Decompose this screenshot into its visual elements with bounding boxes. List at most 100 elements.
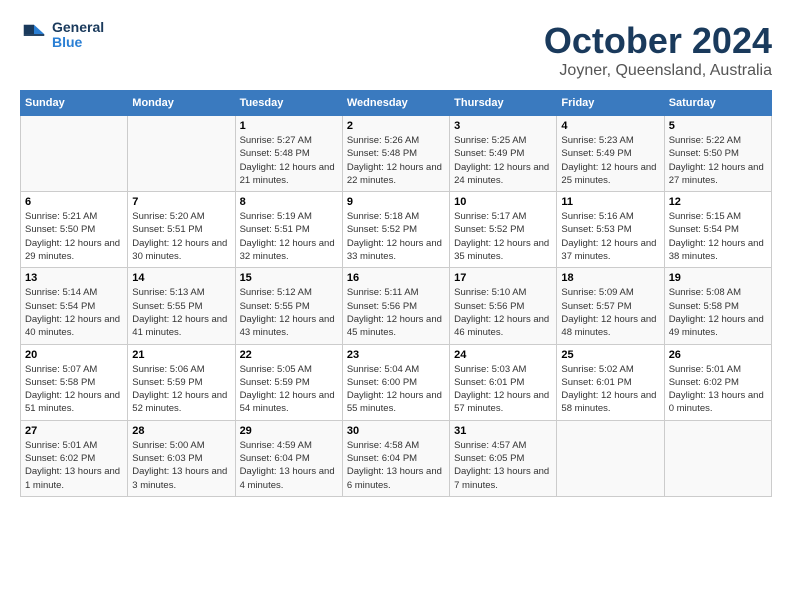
day-number: 27: [25, 425, 123, 437]
month-title: October 2024: [544, 20, 772, 62]
calendar-cell: [128, 116, 235, 192]
day-info: Sunrise: 5:15 AMSunset: 5:54 PMDaylight:…: [669, 210, 767, 263]
day-number: 3: [454, 120, 552, 132]
day-number: 26: [669, 349, 767, 361]
calendar-cell: 20 Sunrise: 5:07 AMSunset: 5:58 PMDayligh…: [21, 344, 128, 420]
day-info: Sunrise: 5:05 AMSunset: 5:59 PMDaylight:…: [240, 363, 338, 416]
day-number: 17: [454, 272, 552, 284]
calendar-week-row: 20 Sunrise: 5:07 AMSunset: 5:58 PMDayligh…: [21, 344, 772, 420]
calendar-cell: 22 Sunrise: 5:05 AMSunset: 5:59 PMDayligh…: [235, 344, 342, 420]
page-header: General Blue October 2024 Joyner, Queens…: [20, 20, 772, 80]
weekday-header: Wednesday: [342, 91, 449, 116]
day-info: Sunrise: 5:26 AMSunset: 5:48 PMDaylight:…: [347, 134, 445, 187]
day-info: Sunrise: 5:25 AMSunset: 5:49 PMDaylight:…: [454, 134, 552, 187]
day-info: Sunrise: 5:27 AMSunset: 5:48 PMDaylight:…: [240, 134, 338, 187]
calendar-week-row: 13 Sunrise: 5:14 AMSunset: 5:54 PMDayligh…: [21, 268, 772, 344]
day-number: 8: [240, 196, 338, 208]
calendar-cell: 15Sunrise: 5:12 AMSunset: 5:55 PMDayligh…: [235, 268, 342, 344]
day-number: 29: [240, 425, 338, 437]
calendar-cell: 28 Sunrise: 5:00 AMSunset: 6:03 PMDayligh…: [128, 420, 235, 496]
calendar-cell: 9Sunrise: 5:18 AMSunset: 5:52 PMDaylight…: [342, 192, 449, 268]
calendar-cell: 26 Sunrise: 5:01 AMSunset: 6:02 PMDayligh…: [664, 344, 771, 420]
calendar-cell: 10 Sunrise: 5:17 AMSunset: 5:52 PMDayligh…: [450, 192, 557, 268]
calendar-cell: 6Sunrise: 5:21 AMSunset: 5:50 PMDaylight…: [21, 192, 128, 268]
day-number: 19: [669, 272, 767, 284]
day-number: 23: [347, 349, 445, 361]
day-number: 7: [132, 196, 230, 208]
day-info: Sunrise: 5:10 AMSunset: 5:56 PMDaylight:…: [454, 286, 552, 339]
day-number: 9: [347, 196, 445, 208]
calendar-cell: 31 Sunrise: 4:57 AMSunset: 6:05 PMDayligh…: [450, 420, 557, 496]
calendar-cell: [21, 116, 128, 192]
day-info: Sunrise: 5:21 AMSunset: 5:50 PMDaylight:…: [25, 210, 123, 263]
day-number: 31: [454, 425, 552, 437]
day-number: 22: [240, 349, 338, 361]
calendar-cell: 30 Sunrise: 4:58 AMSunset: 6:04 PMDayligh…: [342, 420, 449, 496]
day-info: Sunrise: 5:00 AMSunset: 6:03 PMDaylight:…: [132, 439, 230, 492]
weekday-header: Thursday: [450, 91, 557, 116]
calendar-cell: [557, 420, 664, 496]
weekday-header: Sunday: [21, 91, 128, 116]
calendar-cell: 5 Sunrise: 5:22 AMSunset: 5:50 PMDaylight…: [664, 116, 771, 192]
day-number: 24: [454, 349, 552, 361]
calendar-cell: [664, 420, 771, 496]
day-number: 5: [669, 120, 767, 132]
day-info: Sunrise: 5:20 AMSunset: 5:51 PMDaylight:…: [132, 210, 230, 263]
day-number: 25: [561, 349, 659, 361]
day-info: Sunrise: 5:22 AMSunset: 5:50 PMDaylight:…: [669, 134, 767, 187]
calendar-header-row: SundayMondayTuesdayWednesdayThursdayFrid…: [21, 91, 772, 116]
calendar-cell: 11 Sunrise: 5:16 AMSunset: 5:53 PMDayligh…: [557, 192, 664, 268]
day-info: Sunrise: 5:01 AMSunset: 6:02 PMDaylight:…: [669, 363, 767, 416]
calendar-cell: 4 Sunrise: 5:23 AMSunset: 5:49 PMDaylight…: [557, 116, 664, 192]
day-number: 12: [669, 196, 767, 208]
calendar-cell: 25 Sunrise: 5:02 AMSunset: 6:01 PMDayligh…: [557, 344, 664, 420]
day-number: 21: [132, 349, 230, 361]
calendar-week-row: 6Sunrise: 5:21 AMSunset: 5:50 PMDaylight…: [21, 192, 772, 268]
day-number: 4: [561, 120, 659, 132]
day-info: Sunrise: 5:08 AMSunset: 5:58 PMDaylight:…: [669, 286, 767, 339]
title-area: October 2024 Joyner, Queensland, Austral…: [544, 20, 772, 80]
day-info: Sunrise: 5:14 AMSunset: 5:54 PMDaylight:…: [25, 286, 123, 339]
calendar-table: SundayMondayTuesdayWednesdayThursdayFrid…: [20, 90, 772, 497]
calendar-cell: 18Sunrise: 5:09 AMSunset: 5:57 PMDayligh…: [557, 268, 664, 344]
day-number: 10: [454, 196, 552, 208]
day-info: Sunrise: 4:59 AMSunset: 6:04 PMDaylight:…: [240, 439, 338, 492]
day-info: Sunrise: 5:23 AMSunset: 5:49 PMDaylight:…: [561, 134, 659, 187]
day-info: Sunrise: 4:57 AMSunset: 6:05 PMDaylight:…: [454, 439, 552, 492]
weekday-header: Tuesday: [235, 91, 342, 116]
day-number: 16: [347, 272, 445, 284]
calendar-cell: 12 Sunrise: 5:15 AMSunset: 5:54 PMDayligh…: [664, 192, 771, 268]
calendar-cell: 2 Sunrise: 5:26 AMSunset: 5:48 PMDaylight…: [342, 116, 449, 192]
day-info: Sunrise: 5:17 AMSunset: 5:52 PMDaylight:…: [454, 210, 552, 263]
day-number: 28: [132, 425, 230, 437]
calendar-week-row: 27 Sunrise: 5:01 AMSunset: 6:02 PMDayligh…: [21, 420, 772, 496]
weekday-header: Saturday: [664, 91, 771, 116]
day-info: Sunrise: 5:02 AMSunset: 6:01 PMDaylight:…: [561, 363, 659, 416]
day-info: Sunrise: 5:07 AMSunset: 5:58 PMDaylight:…: [25, 363, 123, 416]
logo-icon: [20, 21, 48, 49]
day-number: 20: [25, 349, 123, 361]
day-info: Sunrise: 5:12 AMSunset: 5:55 PMDaylight:…: [240, 286, 338, 339]
day-number: 11: [561, 196, 659, 208]
day-number: 30: [347, 425, 445, 437]
day-number: 13: [25, 272, 123, 284]
calendar-cell: 27 Sunrise: 5:01 AMSunset: 6:02 PMDayligh…: [21, 420, 128, 496]
day-info: Sunrise: 4:58 AMSunset: 6:04 PMDaylight:…: [347, 439, 445, 492]
day-info: Sunrise: 5:13 AMSunset: 5:55 PMDaylight:…: [132, 286, 230, 339]
calendar-cell: 13 Sunrise: 5:14 AMSunset: 5:54 PMDayligh…: [21, 268, 128, 344]
day-number: 18: [561, 272, 659, 284]
calendar-cell: 8Sunrise: 5:19 AMSunset: 5:51 PMDaylight…: [235, 192, 342, 268]
day-info: Sunrise: 5:01 AMSunset: 6:02 PMDaylight:…: [25, 439, 123, 492]
logo-text: General Blue: [52, 20, 104, 51]
day-info: Sunrise: 5:03 AMSunset: 6:01 PMDaylight:…: [454, 363, 552, 416]
calendar-cell: 21Sunrise: 5:06 AMSunset: 5:59 PMDayligh…: [128, 344, 235, 420]
location-title: Joyner, Queensland, Australia: [544, 62, 772, 80]
day-info: Sunrise: 5:16 AMSunset: 5:53 PMDaylight:…: [561, 210, 659, 263]
calendar-cell: 19 Sunrise: 5:08 AMSunset: 5:58 PMDayligh…: [664, 268, 771, 344]
calendar-cell: 24 Sunrise: 5:03 AMSunset: 6:01 PMDayligh…: [450, 344, 557, 420]
calendar-cell: 23Sunrise: 5:04 AMSunset: 6:00 PMDayligh…: [342, 344, 449, 420]
day-info: Sunrise: 5:11 AMSunset: 5:56 PMDaylight:…: [347, 286, 445, 339]
calendar-cell: 29 Sunrise: 4:59 AMSunset: 6:04 PMDayligh…: [235, 420, 342, 496]
day-number: 2: [347, 120, 445, 132]
calendar-cell: 17 Sunrise: 5:10 AMSunset: 5:56 PMDayligh…: [450, 268, 557, 344]
